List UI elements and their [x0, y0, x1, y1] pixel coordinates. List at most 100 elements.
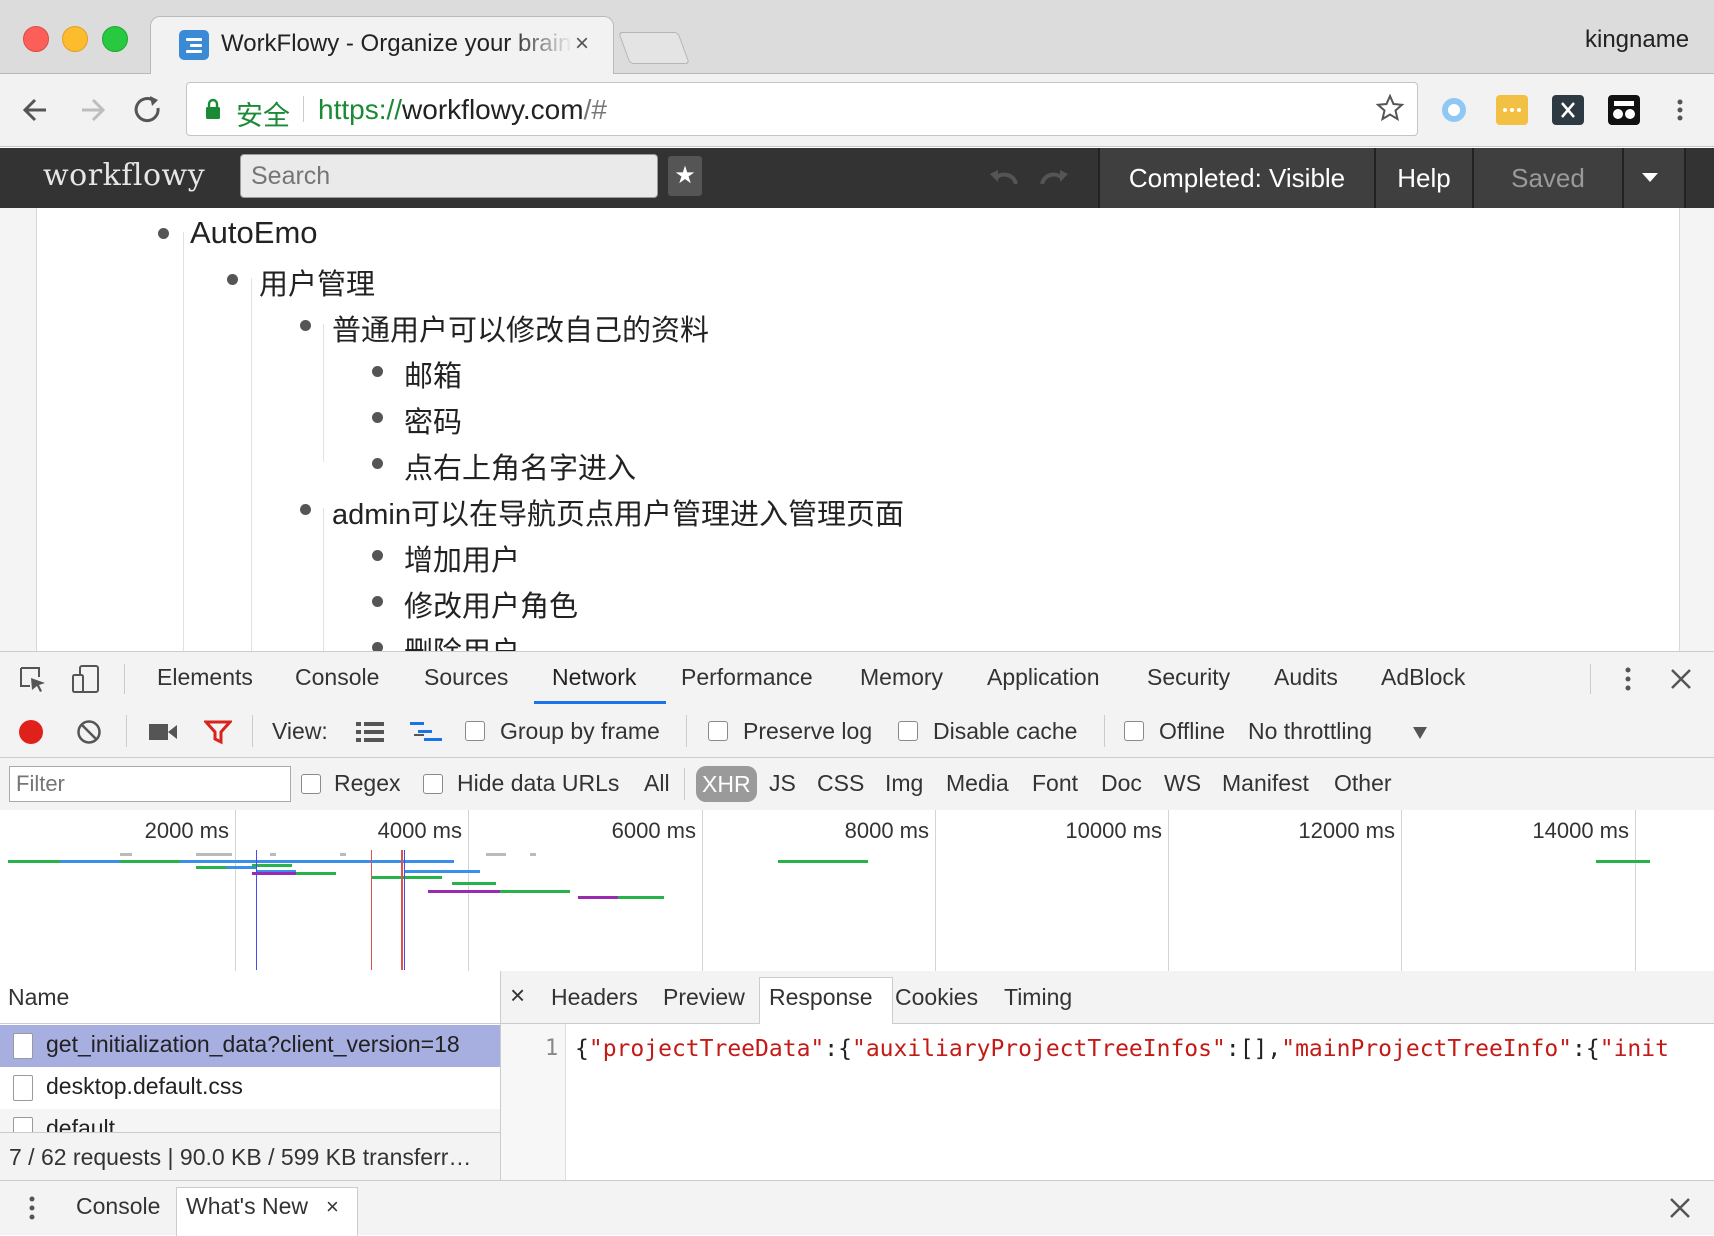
outline-item-text[interactable]: 邮箱: [404, 353, 462, 395]
detail-tab-response[interactable]: Response: [769, 984, 873, 1011]
filter-type-manifest[interactable]: Manifest: [1222, 770, 1309, 797]
bullet-icon[interactable]: [300, 504, 311, 515]
outline-item-text[interactable]: 删除用户: [404, 629, 520, 651]
workflowy-search-input[interactable]: [240, 154, 658, 198]
bullet-icon[interactable]: [372, 458, 383, 469]
bullet-icon[interactable]: [158, 228, 169, 239]
outline-item-text[interactable]: 点右上角名字进入: [404, 445, 636, 487]
address-bar[interactable]: 安全 https://workflowy.com/#: [186, 82, 1418, 136]
devtools-tab-memory[interactable]: Memory: [860, 664, 943, 691]
tab-close-icon[interactable]: ×: [575, 30, 589, 58]
bullet-icon[interactable]: [372, 642, 383, 651]
workflowy-logo[interactable]: workflowy: [43, 158, 205, 193]
chrome-menu-kebab-icon[interactable]: [1664, 95, 1696, 125]
reload-icon[interactable]: [128, 90, 168, 130]
throttling-dropdown-icon[interactable]: [1413, 727, 1427, 739]
network-filter-input[interactable]: [9, 766, 291, 802]
devtools-tab-elements[interactable]: Elements: [157, 664, 253, 691]
hide-data-urls-checkbox[interactable]: [423, 774, 443, 794]
close-detail-icon[interactable]: ×: [510, 980, 525, 1011]
url-text[interactable]: https://workflowy.com/#: [318, 94, 607, 126]
bullet-icon[interactable]: [300, 320, 311, 331]
outline-item-text[interactable]: 修改用户角色: [404, 583, 578, 625]
waterfall-icon[interactable]: [410, 721, 444, 743]
bullet-icon[interactable]: [372, 366, 383, 377]
request-row[interactable]: default: [0, 1109, 500, 1132]
browser-tab-workflowy[interactable]: WorkFlowy - Organize your brain ×: [150, 16, 614, 75]
network-overview-timeline[interactable]: 2000 ms 4000 ms 6000 ms 8000 ms 10000 ms 1200…: [0, 810, 1714, 972]
detail-tab-headers[interactable]: Headers: [551, 984, 638, 1011]
extension-password-icon[interactable]: [1496, 95, 1528, 125]
filter-type-xhr[interactable]: XHR: [696, 766, 757, 802]
outline-item-text[interactable]: 普通用户可以修改自己的资料: [332, 307, 709, 349]
drawer-tab-whats-new[interactable]: What's New: [186, 1193, 308, 1220]
group-by-frame-checkbox[interactable]: [465, 721, 485, 741]
close-whats-new-icon[interactable]: ×: [326, 1194, 339, 1220]
filter-type-ws[interactable]: WS: [1164, 770, 1201, 797]
profile-name[interactable]: kingname: [1585, 26, 1689, 54]
filter-type-img[interactable]: Img: [885, 770, 923, 797]
new-tab-button[interactable]: [618, 32, 690, 64]
close-window-button[interactable]: [23, 26, 49, 52]
devtools-tab-network[interactable]: Network: [552, 664, 636, 691]
outline-item-text[interactable]: admin可以在导航页点用户管理进入管理页面: [332, 491, 904, 533]
devtools-tab-audits[interactable]: Audits: [1274, 664, 1338, 691]
extension-x-icon[interactable]: [1552, 95, 1584, 125]
zoom-window-button[interactable]: [102, 26, 128, 52]
list-view-icon[interactable]: [356, 721, 384, 743]
filter-type-other[interactable]: Other: [1334, 770, 1392, 797]
response-body[interactable]: {"projectTreeData":{"auxiliaryProjectTre…: [575, 1036, 1669, 1062]
filter-type-all[interactable]: All: [644, 770, 670, 797]
starred-button[interactable]: ★: [668, 156, 702, 196]
detail-tab-preview[interactable]: Preview: [663, 984, 745, 1011]
devtools-tab-adblock[interactable]: AdBlock: [1381, 664, 1465, 691]
disable-cache-checkbox[interactable]: [898, 721, 918, 741]
outline-item-text[interactable]: 增加用户: [404, 537, 520, 579]
device-toolbar-icon[interactable]: [70, 663, 102, 695]
filter-icon[interactable]: [204, 719, 232, 745]
devtools-tab-console[interactable]: Console: [295, 664, 379, 691]
back-arrow-icon[interactable]: [16, 90, 56, 130]
name-column-header[interactable]: Name: [8, 984, 69, 1011]
completed-visible-button[interactable]: Completed: Visible: [1100, 148, 1374, 208]
bullet-icon[interactable]: [372, 412, 383, 423]
clear-icon[interactable]: [76, 719, 102, 745]
request-row[interactable]: desktop.default.css: [0, 1067, 500, 1109]
outline-item-text[interactable]: 用户管理: [259, 261, 375, 303]
filter-type-doc[interactable]: Doc: [1101, 770, 1142, 797]
bullet-icon[interactable]: [372, 596, 383, 607]
close-drawer-icon[interactable]: [1668, 1196, 1692, 1220]
regex-checkbox[interactable]: [301, 774, 321, 794]
bookmark-star-icon[interactable]: [1375, 93, 1405, 123]
devtools-tab-sources[interactable]: Sources: [424, 664, 508, 691]
extension-incognito-icon[interactable]: [1608, 95, 1640, 125]
detail-tab-cookies[interactable]: Cookies: [895, 984, 978, 1011]
outline-item-text[interactable]: AutoEmo: [190, 215, 318, 251]
devtools-menu-kebab-icon[interactable]: [1616, 664, 1640, 694]
drawer-menu-kebab-icon[interactable]: [24, 1193, 40, 1223]
request-row[interactable]: get_initialization_data?client_version=1…: [0, 1025, 500, 1067]
filter-type-css[interactable]: CSS: [817, 770, 864, 797]
detail-tab-timing[interactable]: Timing: [1004, 984, 1072, 1011]
chevron-down-icon[interactable]: [1642, 173, 1658, 182]
minimize-window-button[interactable]: [62, 26, 88, 52]
bullet-icon[interactable]: [372, 550, 383, 561]
throttling-select[interactable]: No throttling: [1248, 718, 1372, 745]
undo-icon[interactable]: [988, 166, 1020, 188]
inspect-element-icon[interactable]: [18, 665, 48, 695]
devtools-tab-security[interactable]: Security: [1147, 664, 1230, 691]
filter-type-media[interactable]: Media: [946, 770, 1009, 797]
redo-icon[interactable]: [1038, 166, 1070, 188]
devtools-tab-application[interactable]: Application: [987, 664, 1100, 691]
bullet-icon[interactable]: [227, 274, 238, 285]
preserve-log-checkbox[interactable]: [708, 721, 728, 741]
extension-circle-icon[interactable]: [1438, 95, 1470, 125]
record-icon[interactable]: [18, 719, 44, 745]
forward-arrow-icon[interactable]: [72, 90, 112, 130]
camera-icon[interactable]: [148, 721, 178, 743]
close-devtools-icon[interactable]: [1668, 666, 1694, 692]
filter-type-js[interactable]: JS: [769, 770, 796, 797]
drawer-tab-console[interactable]: Console: [76, 1193, 160, 1220]
devtools-tab-performance[interactable]: Performance: [681, 664, 813, 691]
filter-type-font[interactable]: Font: [1032, 770, 1078, 797]
